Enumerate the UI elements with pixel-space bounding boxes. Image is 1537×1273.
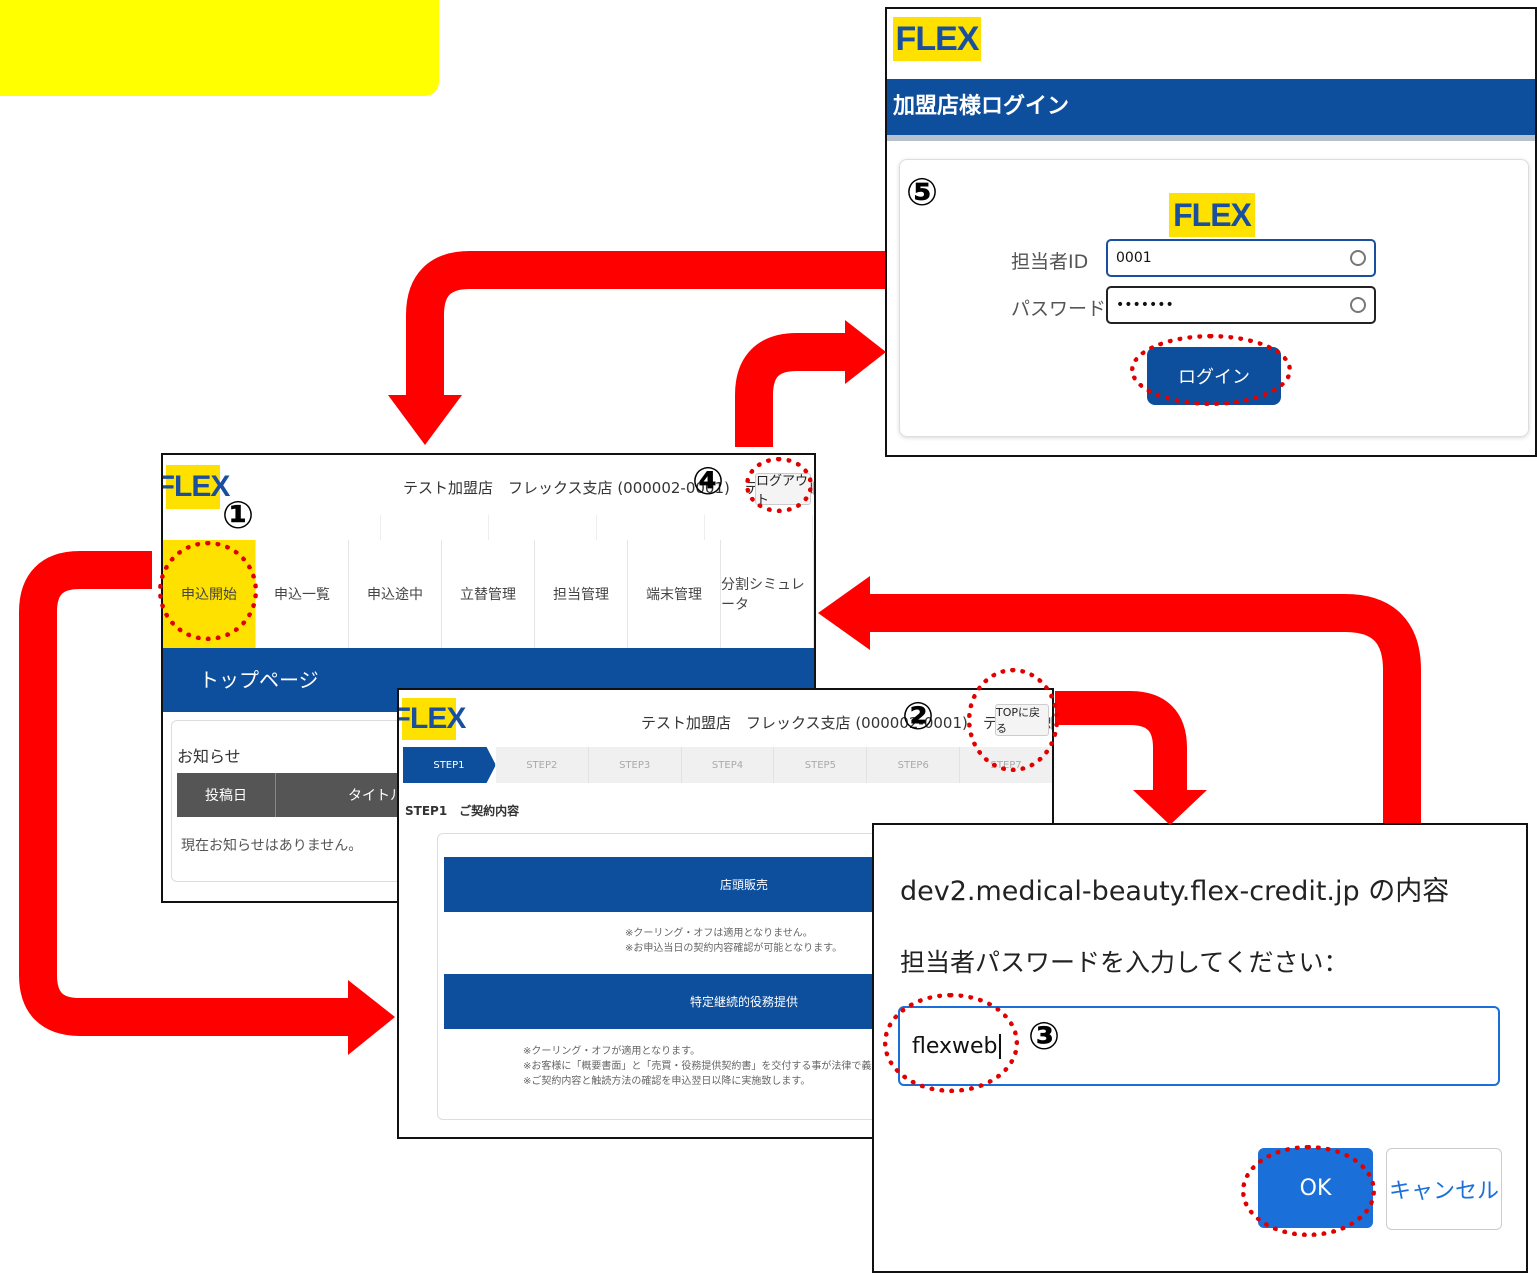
highlight-ok-button <box>1241 1145 1376 1237</box>
highlight-password-input <box>883 993 1019 1093</box>
arrowhead-icon <box>348 980 395 1055</box>
arrowhead-icon <box>818 576 870 650</box>
arrowhead-icon <box>388 395 462 445</box>
highlight-apply-start <box>158 541 258 641</box>
arrowhead-icon <box>1133 790 1207 825</box>
highlight-top-return <box>967 668 1059 772</box>
arrow-logout-to-login <box>735 333 845 447</box>
highlight-login-button <box>1130 334 1292 406</box>
annotation-number-4: ④ <box>692 459 725 503</box>
annotation-number-3: ③ <box>1028 1014 1061 1058</box>
highlight-logout <box>745 457 813 513</box>
annotation-number-5: ⑤ <box>906 170 939 214</box>
arrow-top-to-dialog <box>1055 691 1187 790</box>
arrow-login-to-top <box>406 251 885 395</box>
annotation-number-2: ② <box>902 694 935 738</box>
arrowhead-icon <box>845 320 886 384</box>
flow-arrows <box>19 251 1421 1055</box>
annotation-number-1: ① <box>222 493 255 537</box>
